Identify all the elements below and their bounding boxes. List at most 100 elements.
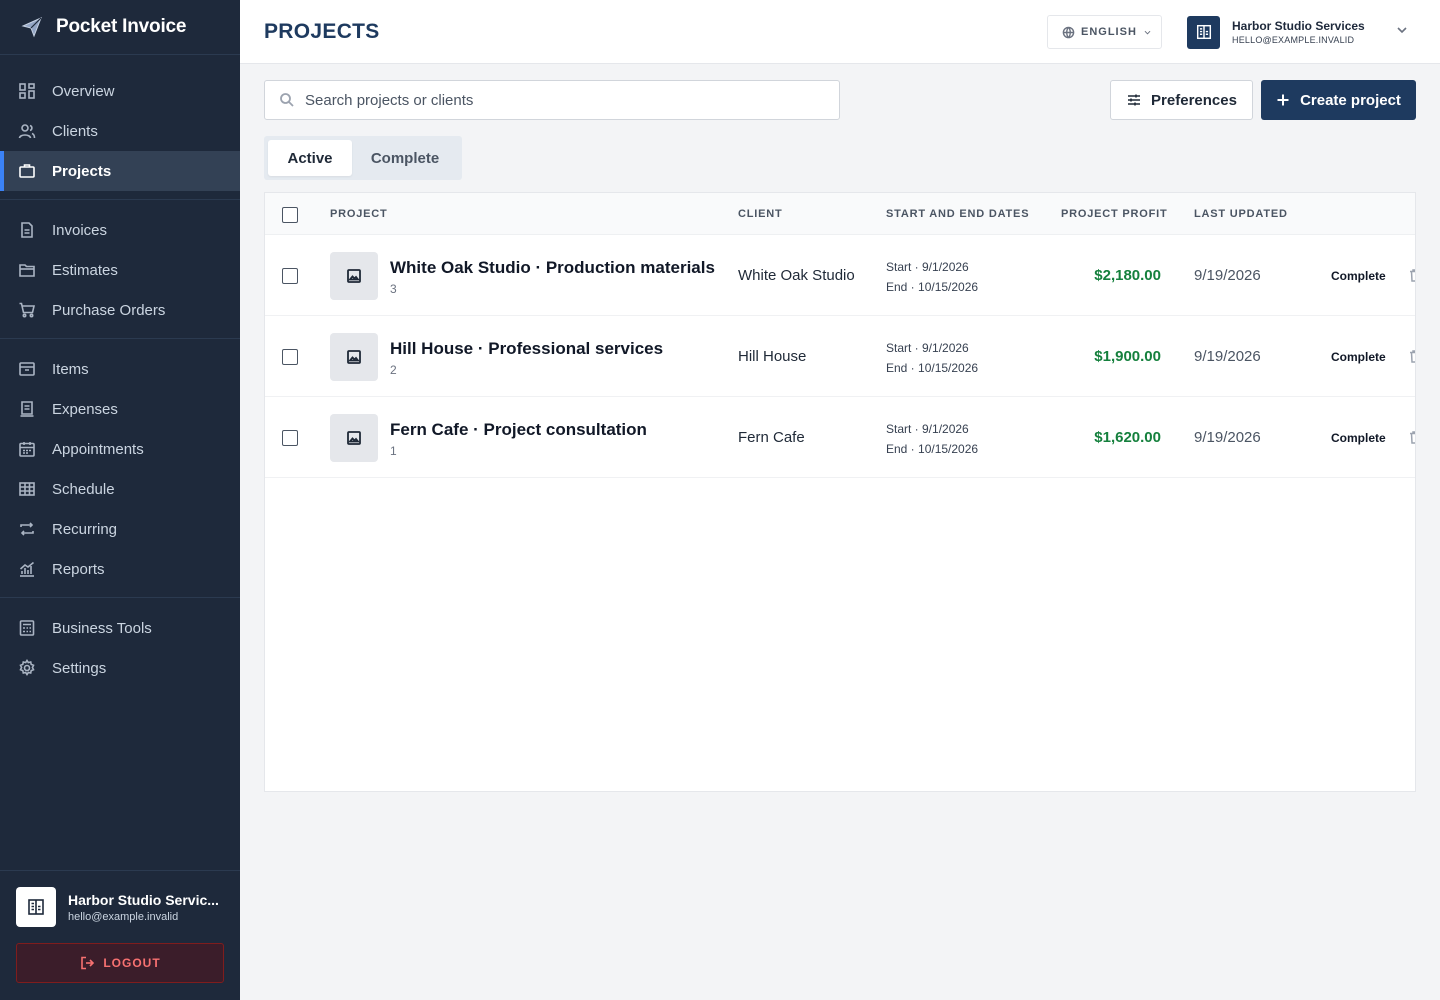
paper-plane-icon [20, 15, 44, 39]
sidebar-item-estimates[interactable]: Estimates [0, 250, 240, 290]
sidebar-item-items[interactable]: Items [0, 349, 240, 389]
start-date: Start · 9/1/2026 [886, 341, 969, 355]
end-date: End · 10/15/2026 [886, 361, 979, 375]
column-header-profit[interactable]: PROJECT PROFIT [1061, 208, 1168, 220]
project-name[interactable]: Hill House · Professional services [390, 339, 663, 359]
sidebar-item-expenses[interactable]: Expenses [0, 389, 240, 429]
sidebar-item-label: Recurring [52, 520, 118, 538]
trash-icon[interactable] [1408, 349, 1415, 363]
sidebar-item-label: Projects [52, 162, 112, 180]
chart-icon [18, 560, 36, 578]
app-name: Pocket Invoice [56, 16, 187, 37]
table-header: PROJECT CLIENT START AND END DATES PROJE… [265, 193, 1415, 235]
sidebar-item-label: Estimates [52, 261, 118, 279]
sidebar-account: Harbor Studio Servic... hello@example.in… [0, 870, 240, 1000]
sidebar-item-clients[interactable]: Clients [0, 111, 240, 151]
sidebar-item-settings[interactable]: Settings [0, 648, 240, 688]
sidebar-item-label: Schedule [52, 480, 115, 498]
user-name: Harbor Studio Servic... [68, 891, 219, 908]
row-checkbox[interactable] [282, 268, 298, 284]
search-input[interactable] [305, 91, 805, 109]
nav-group-documents: Invoices Estimates Purchase Orders [0, 200, 240, 339]
start-date: Start · 9/1/2026 [886, 260, 969, 274]
sidebar-item-schedule[interactable]: Schedule [0, 469, 240, 509]
sliders-icon [1128, 94, 1141, 106]
folder-icon [18, 261, 36, 279]
last-updated: 9/19/2026 [1194, 429, 1261, 446]
column-header-updated[interactable]: LAST UPDATED [1194, 208, 1288, 220]
trash-icon[interactable] [1408, 430, 1415, 444]
sidebar-item-recurring[interactable]: Recurring [0, 509, 240, 549]
plus-icon [1277, 94, 1289, 106]
row-checkbox[interactable] [282, 430, 298, 446]
sidebar-item-business-tools[interactable]: Business Tools [0, 608, 240, 648]
sidebar-item-label: Clients [52, 122, 98, 140]
sidebar-item-label: Purchase Orders [52, 301, 166, 319]
tab-active[interactable]: Active [268, 140, 352, 176]
receipt-icon [18, 400, 36, 418]
sidebar-item-appointments[interactable]: Appointments [0, 429, 240, 469]
project-name[interactable]: White Oak Studio · Production materials [390, 258, 715, 278]
archive-icon [18, 360, 36, 378]
client-name: White Oak Studio [738, 267, 855, 284]
logout-button[interactable]: LOGOUT [16, 943, 224, 983]
table-row[interactable]: Fern Cafe · Project consultation 1 Fern … [265, 397, 1415, 478]
briefcase-icon [18, 162, 36, 180]
logout-icon [81, 956, 95, 970]
create-project-button[interactable]: Create project [1261, 80, 1416, 120]
user-email: hello@example.invalid [68, 910, 179, 923]
building-icon [1187, 15, 1220, 49]
sidebar-item-purchase-orders[interactable]: Purchase Orders [0, 290, 240, 330]
project-name[interactable]: Fern Cafe · Project consultation [390, 420, 647, 440]
grid-icon [18, 82, 36, 100]
image-placeholder-icon [330, 252, 378, 300]
tab-complete[interactable]: Complete [352, 140, 458, 176]
select-all-checkbox[interactable] [282, 207, 298, 223]
chevron-down-icon [1144, 30, 1151, 34]
image-placeholder-icon [330, 414, 378, 462]
search-box [264, 80, 840, 120]
calendar-icon [18, 440, 36, 458]
project-count: 3 [390, 282, 397, 296]
project-profit: $1,620.00 [1094, 429, 1161, 446]
preferences-button[interactable]: Preferences [1110, 80, 1253, 120]
column-header-project[interactable]: PROJECT [330, 208, 388, 220]
project-count: 2 [390, 363, 397, 377]
nav-group-operations: Items Expenses Appointments Schedule Rec… [0, 339, 240, 598]
project-profit: $1,900.00 [1094, 348, 1161, 365]
logout-label: LOGOUT [103, 956, 161, 970]
project-dates: Start · 9/1/2026 End · 10/15/2026 [886, 419, 978, 459]
table-row[interactable]: Hill House · Professional services 2 Hil… [265, 316, 1415, 397]
cart-icon [18, 301, 36, 319]
sidebar-item-overview[interactable]: Overview [0, 71, 240, 111]
language-label: ENGLISH [1081, 26, 1137, 38]
start-date: Start · 9/1/2026 [886, 422, 969, 436]
users-icon [18, 122, 36, 140]
sidebar-item-projects[interactable]: Projects [0, 151, 240, 191]
status-tabs: Active Complete [264, 136, 462, 180]
complete-button[interactable]: Complete [1331, 269, 1386, 283]
user-card[interactable]: Harbor Studio Servic... hello@example.in… [16, 887, 224, 927]
column-header-dates[interactable]: START AND END DATES [886, 208, 1029, 220]
last-updated: 9/19/2026 [1194, 348, 1261, 365]
sidebar-item-label: Invoices [52, 221, 108, 239]
table-row[interactable]: White Oak Studio · Production materials … [265, 235, 1415, 316]
trash-icon[interactable] [1408, 268, 1415, 282]
language-selector[interactable]: ENGLISH [1047, 15, 1162, 49]
sidebar-item-reports[interactable]: Reports [0, 549, 240, 589]
brand[interactable]: Pocket Invoice [0, 0, 240, 55]
complete-button[interactable]: Complete [1331, 350, 1386, 364]
nav-group-main: Overview Clients Projects [0, 55, 240, 200]
client-name: Hill House [738, 348, 807, 365]
column-header-client[interactable]: CLIENT [738, 208, 783, 220]
account-menu[interactable]: Harbor Studio Services HELLO@EXAMPLE.INV… [1187, 15, 1417, 49]
row-checkbox[interactable] [282, 349, 298, 365]
sidebar-item-label: Overview [52, 82, 115, 100]
preferences-label: Preferences [1151, 91, 1237, 109]
nav-group-tools: Business Tools Settings [0, 598, 240, 696]
complete-button[interactable]: Complete [1331, 431, 1386, 445]
sidebar-item-label: Business Tools [52, 619, 152, 637]
account-email: HELLO@EXAMPLE.INVALID [1232, 35, 1355, 45]
end-date: End · 10/15/2026 [886, 280, 979, 294]
sidebar-item-invoices[interactable]: Invoices [0, 210, 240, 250]
